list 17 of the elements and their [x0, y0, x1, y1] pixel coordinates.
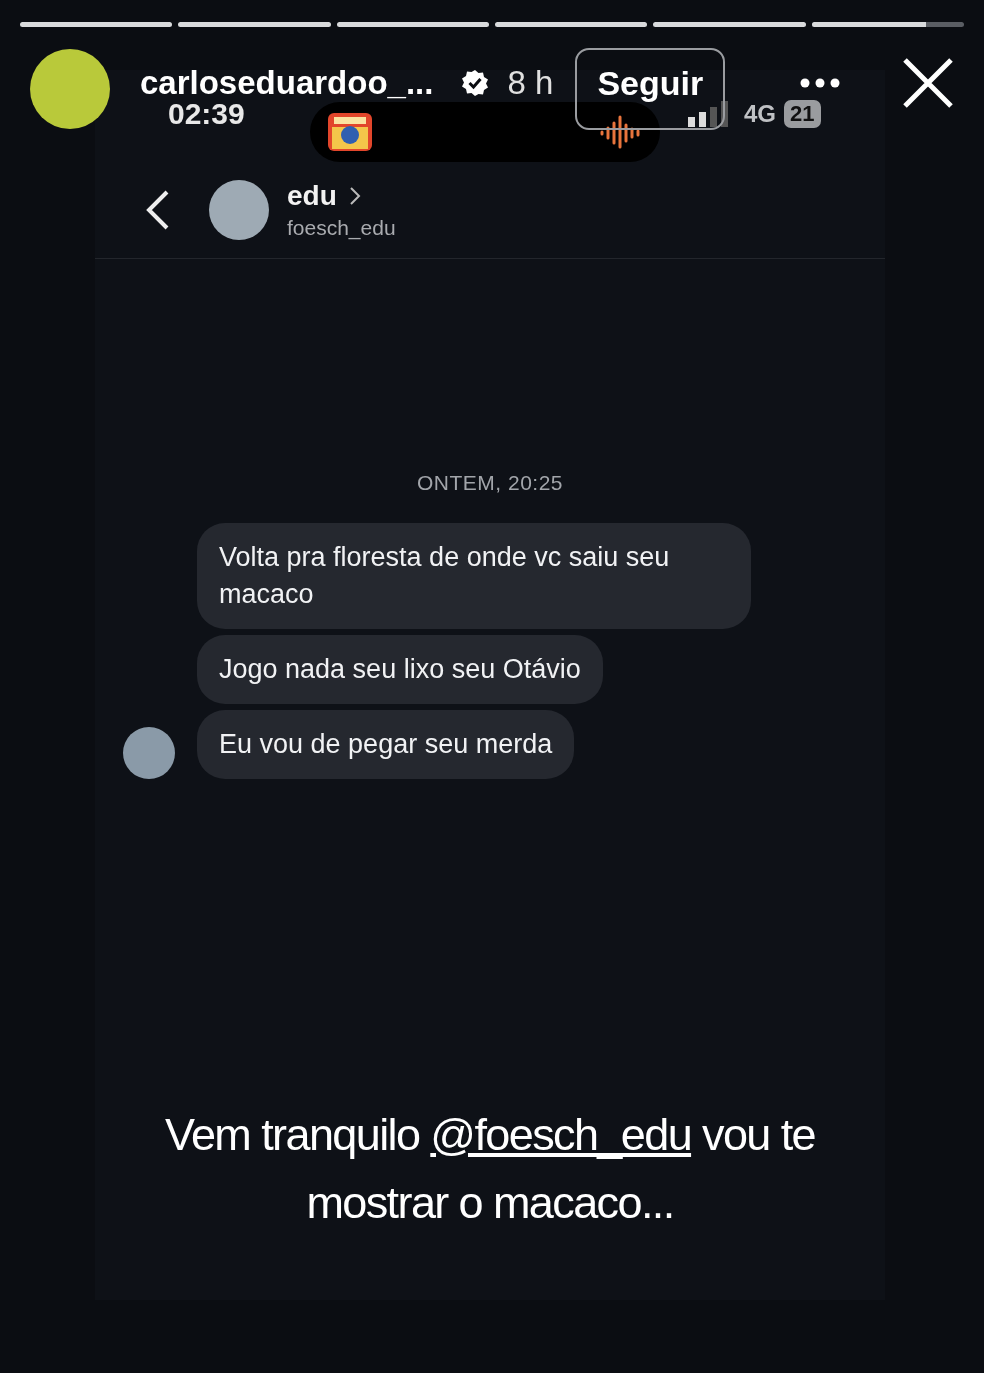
follow-button[interactable]: Seguir	[575, 48, 726, 130]
mention-link[interactable]: @foesch_edu	[430, 1109, 692, 1160]
avatar	[209, 180, 269, 240]
message-timestamp: ONTEM, 20:25	[415, 471, 565, 495]
message-bubble: Eu vou de pegar seu merda	[197, 710, 575, 779]
audio-wave-icon	[598, 113, 642, 151]
contact-name[interactable]: edu	[287, 180, 337, 212]
network-type: 4G	[744, 100, 776, 128]
battery-level: 21	[784, 100, 821, 128]
more-icon[interactable]	[799, 77, 842, 89]
contact-username: foesch_edu	[287, 216, 396, 240]
post-time: 8 h	[507, 64, 554, 102]
message-bubble: Jogo nada seu lixo seu Otávio	[197, 635, 603, 704]
story-caption: Vem tranquilo @foesch_edu vou te mostrar o macaco...	[164, 1108, 816, 1230]
close-icon[interactable]	[902, 57, 954, 109]
message-bubble: Volta pra floresta de onde vc saiu seu macaco	[197, 523, 751, 629]
chevron-icon	[348, 186, 361, 206]
